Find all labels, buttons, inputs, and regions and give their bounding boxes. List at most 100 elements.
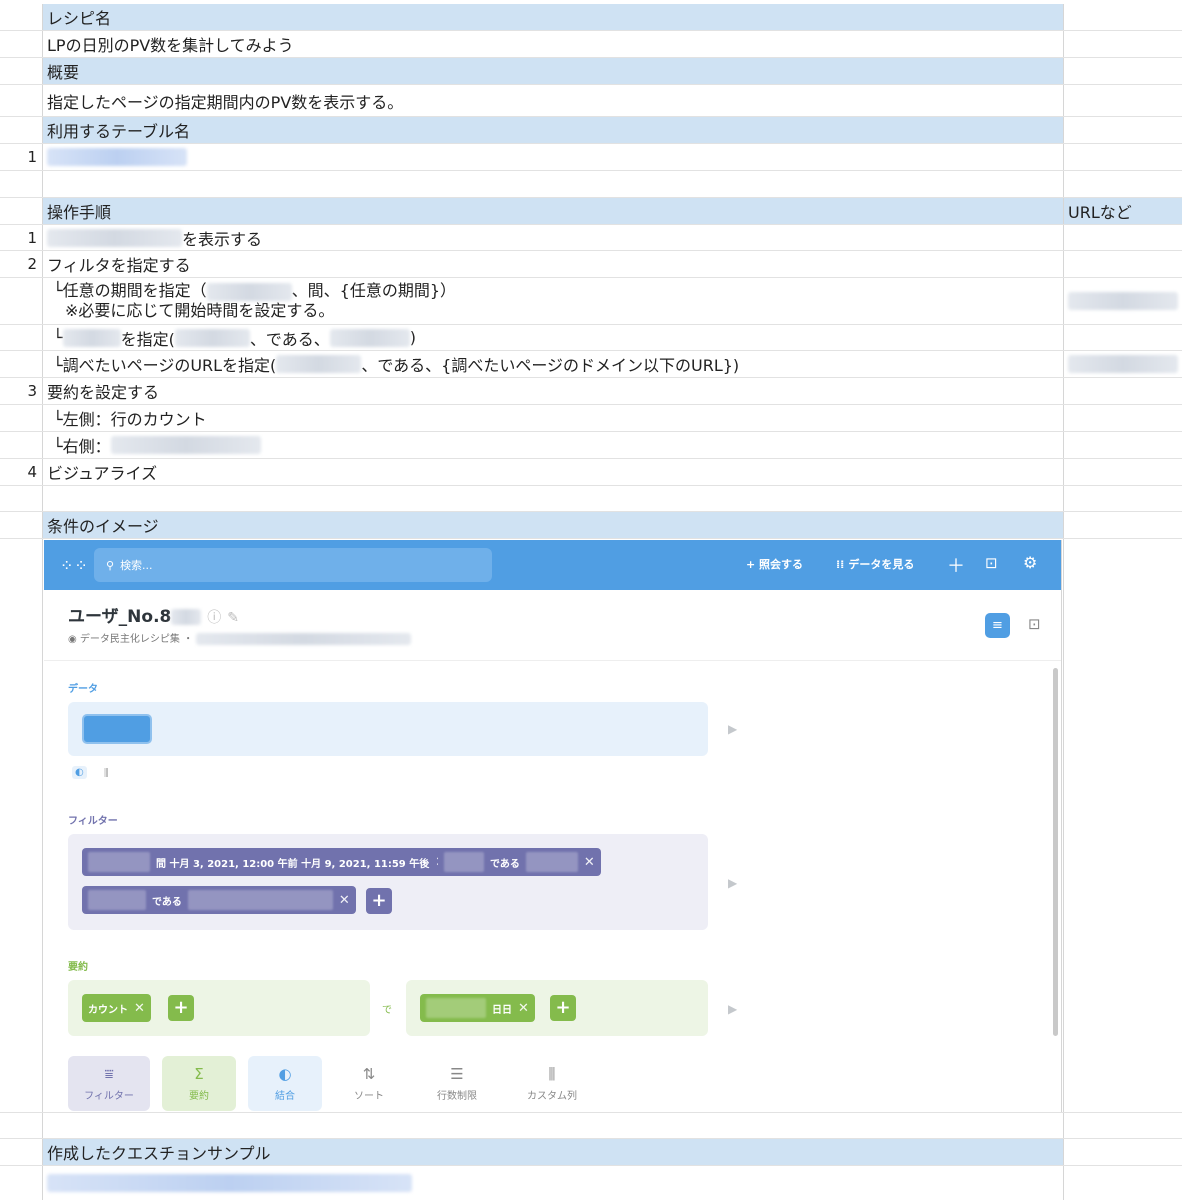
close-icon[interactable]: ✕ xyxy=(134,1001,145,1016)
list-icon: ☰ xyxy=(450,1065,464,1083)
row-empty xyxy=(0,171,1182,198)
collection-icon: ◉ xyxy=(68,634,77,645)
action-join-button[interactable]: ◐ 結合 xyxy=(248,1056,322,1111)
steps-header[interactable]: 操作手順 xyxy=(43,198,1064,224)
step-cell[interactable]: └ を指定(、である、) xyxy=(43,325,1064,350)
redacted-text xyxy=(171,609,202,625)
row-step-1: 1 を表示する xyxy=(0,225,1182,251)
table-name-cell[interactable] xyxy=(43,144,1064,170)
row-sample-header: 作成したクエスチョンサンプル xyxy=(0,1139,1182,1166)
step-text: を指定( xyxy=(120,329,175,349)
filter-chip-date[interactable]: 間 十月 3, 2021, 12:00 午前 十月 9, 2021, 11:59… xyxy=(82,848,453,876)
row-step-2-sub-2: └ を指定(、である、) xyxy=(0,325,1182,351)
row-image-header: 条件のイメージ xyxy=(0,512,1182,539)
redacted-text xyxy=(426,998,486,1018)
step-text: └右側： xyxy=(53,437,111,456)
row-index: 4 xyxy=(0,459,43,485)
close-icon[interactable]: ✕ xyxy=(518,1001,529,1016)
edit-pencil-icon[interactable]: ✎ xyxy=(227,610,239,626)
row-table-1: 1 xyxy=(0,144,1182,171)
step-cell[interactable]: └調べたいページのURLを指定(、である、{調べたいページのドメイン以下のURL… xyxy=(43,351,1064,377)
group-chip-day[interactable]: 日日 ✕ xyxy=(420,994,535,1022)
add-metric-button[interactable]: + xyxy=(168,995,194,1021)
summarize-by-label: で xyxy=(382,1005,392,1016)
step-cell[interactable]: を表示する xyxy=(43,225,1064,250)
step-cell[interactable]: └任意の期間を指定（ 、間、{任意の期間}） ※必要に応じて開始時間を設定する。 xyxy=(43,278,1064,324)
gear-icon[interactable]: ⚙ xyxy=(1023,553,1037,572)
step-text: を表示する xyxy=(182,229,263,249)
close-icon[interactable]: ✕ xyxy=(584,855,595,870)
row-index: 3 xyxy=(0,378,43,404)
search-input[interactable]: ⚲ 検索... xyxy=(94,548,492,582)
scrollbar[interactable] xyxy=(1053,668,1058,1036)
summary-header[interactable]: 概要 xyxy=(43,58,1064,84)
step-text: └左側：行のカウント xyxy=(53,410,207,429)
sample-header[interactable]: 作成したクエスチョンサンプル xyxy=(43,1139,1064,1165)
step-cell[interactable]: フィルタを指定する xyxy=(43,251,1064,277)
action-label: フィルター xyxy=(84,1091,134,1102)
custom-column-icon: ⫼ xyxy=(548,1065,556,1083)
new-plus-icon[interactable]: ＋ xyxy=(947,552,965,578)
add-filter-button[interactable]: + xyxy=(366,888,392,914)
redacted-text xyxy=(187,890,333,910)
step-cell[interactable]: ビジュアライズ xyxy=(43,459,1064,485)
image-header[interactable]: 条件のイメージ xyxy=(43,512,1064,538)
close-icon[interactable]: ✕ xyxy=(339,893,350,908)
redacted-text xyxy=(62,328,121,347)
metric-chip-count[interactable]: カウント ✕ xyxy=(82,994,151,1022)
preview-arrow-icon[interactable]: ▶ xyxy=(728,722,737,736)
step-text: └調べたいページのURLを指定( xyxy=(53,356,277,375)
join-icon: ◐ xyxy=(278,1065,292,1083)
sql-preview-icon[interactable]: ⊡ xyxy=(1028,615,1041,633)
redacted-text xyxy=(47,228,182,247)
redacted-text xyxy=(276,355,362,373)
step-cell[interactable]: 要約を設定する xyxy=(43,378,1064,404)
action-custom-column-button[interactable]: ⫼ カスタム列 xyxy=(508,1056,596,1111)
redacted-text xyxy=(329,328,410,347)
filter-chip-2[interactable]: である ✕ xyxy=(438,848,601,876)
info-icon[interactable]: ⓘ xyxy=(207,610,221,626)
question-title[interactable]: ユーザ_No.8 ⓘ ✎ xyxy=(68,602,239,627)
join-button[interactable]: + 照会する xyxy=(746,556,803,572)
add-group-button[interactable]: + xyxy=(550,995,576,1021)
app-top-bar: ⁘⁘ ⚲ 検索... + 照会する ⁞⁞ データを見る ＋ ⊡ ⚙ xyxy=(44,540,1061,590)
snippet-icon[interactable]: ⊡ xyxy=(985,554,998,572)
browse-data-button[interactable]: ⁞⁞ データを見る xyxy=(836,556,914,572)
notebook-toggle-icon[interactable]: ≡ xyxy=(985,613,1010,638)
step-text: 、である、 xyxy=(249,329,330,349)
row-step-3-sub-2: └右側： xyxy=(0,432,1182,459)
summary-cell[interactable]: 指定したページの指定期間内のPV数を表示する。 xyxy=(43,85,1064,116)
action-label: カスタム列 xyxy=(527,1091,577,1102)
action-label: 結合 xyxy=(275,1091,295,1102)
url-header[interactable]: URLなど xyxy=(1064,198,1182,224)
filter-chip-3[interactable]: である ✕ xyxy=(82,886,356,914)
collection-breadcrumb[interactable]: ◉ データ民主化レシピ集 ・ xyxy=(68,630,412,645)
chip-text: 日日 xyxy=(492,1004,512,1016)
row-recipe-name: LPの日別のPV数を集計してみよう xyxy=(0,31,1182,58)
recipe-name-cell[interactable]: LPの日別のPV数を集計してみよう xyxy=(43,31,1064,57)
tables-header[interactable]: 利用するテーブル名 xyxy=(43,117,1064,143)
preview-arrow-icon[interactable]: ▶ xyxy=(728,876,737,890)
redacted-text xyxy=(1068,292,1178,310)
row-steps-header: 操作手順 URLなど xyxy=(0,198,1182,225)
action-row-limit-button[interactable]: ☰ 行数制限 xyxy=(416,1056,498,1111)
collection-name: データ民主化レシピ集 xyxy=(79,634,180,645)
step-cell[interactable]: └左側：行のカウント xyxy=(43,405,1064,431)
step-cell[interactable]: └右側： xyxy=(43,432,1064,458)
redacted-link[interactable] xyxy=(47,1174,412,1192)
redacted-text xyxy=(525,852,578,872)
logo-icon[interactable]: ⁘⁘ xyxy=(60,556,89,575)
action-filter-button[interactable]: ⩸ フィルター xyxy=(68,1056,150,1111)
redacted-text xyxy=(88,852,150,872)
sample-link-cell[interactable] xyxy=(43,1166,1064,1200)
action-sort-button[interactable]: ⇅ ソート xyxy=(332,1056,406,1111)
row-step-3-sub-1: └左側：行のカウント xyxy=(0,405,1182,432)
preview-arrow-icon[interactable]: ▶ xyxy=(728,1002,737,1016)
data-source-chip[interactable] xyxy=(82,714,152,744)
row-step-2-sub-1: └任意の期間を指定（ 、間、{任意の期間}） ※必要に応じて開始時間を設定する。 xyxy=(0,278,1182,325)
join-small-icon[interactable]: ◐ xyxy=(72,766,87,779)
custom-column-small-icon[interactable]: ⫼ xyxy=(104,768,109,779)
recipe-name-header[interactable]: レシピ名 xyxy=(43,4,1064,30)
action-summarize-button[interactable]: Σ 要約 xyxy=(162,1056,236,1111)
sort-icon: ⇅ xyxy=(362,1065,376,1083)
